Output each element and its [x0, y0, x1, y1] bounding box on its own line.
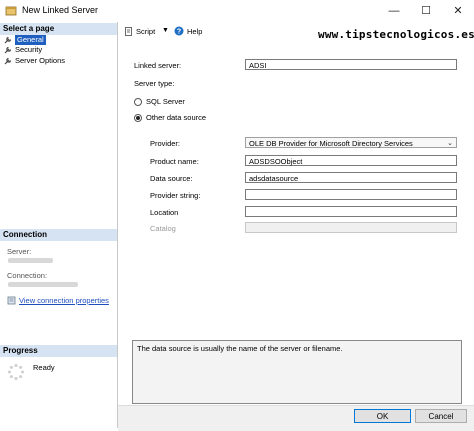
script-button[interactable]: Script	[124, 27, 155, 36]
ok-button[interactable]: OK	[354, 409, 411, 423]
data-source-input[interactable]: adsdatasource	[245, 172, 457, 183]
maximize-button[interactable]: ☐	[410, 0, 442, 22]
view-properties-label: View connection properties	[19, 296, 109, 305]
location-label: Location	[150, 208, 179, 217]
radio-button-selected	[134, 113, 142, 122]
provider-label: Provider:	[150, 139, 181, 148]
radio-sql-label: SQL Server	[146, 97, 185, 106]
close-button[interactable]: ✕	[442, 0, 474, 22]
page-item-server-options[interactable]: Server Options	[4, 56, 65, 66]
description-text: The data source is usually the name of t…	[137, 344, 343, 353]
minimize-icon: —	[388, 5, 400, 17]
chevron-down-icon: ▼	[162, 27, 169, 34]
help-label: Help	[187, 26, 203, 36]
progress-header: Progress	[0, 345, 117, 357]
provider-string-input[interactable]	[245, 189, 457, 200]
provider-value: OLE DB Provider for Microsoft Directory …	[249, 139, 413, 148]
select-page-header: Select a page	[0, 23, 117, 35]
view-connection-properties-link[interactable]: View connection properties	[7, 296, 109, 305]
linked-server-label: Linked server:	[134, 61, 182, 70]
page-item-label: Security	[15, 45, 43, 54]
catalog-input	[245, 222, 457, 233]
location-input[interactable]	[245, 206, 457, 217]
data-source-label: Data source:	[150, 174, 193, 183]
radio-button	[134, 97, 142, 106]
provider-select[interactable]: OLE DB Provider for Microsoft Directory …	[245, 137, 457, 148]
server-type-label: Server type:	[134, 79, 175, 88]
minimize-button[interactable]: —	[378, 0, 410, 22]
page-item-label: General	[15, 35, 46, 45]
script-label: Script	[136, 27, 156, 36]
wrench-icon	[4, 36, 12, 44]
radio-other-label: Other data source	[146, 113, 207, 122]
page-item-security[interactable]: Security	[4, 45, 42, 55]
page-item-general[interactable]: General	[4, 35, 46, 45]
page-item-label: Server Options	[15, 56, 66, 65]
provider-string-label: Provider string:	[150, 191, 201, 200]
connection-header: Connection	[0, 229, 117, 241]
help-icon: ?	[174, 26, 184, 36]
watermark-text: www.tipstecnologicos.es	[318, 28, 474, 41]
wrench-icon	[4, 46, 12, 54]
window-title: New Linked Server	[22, 5, 99, 15]
left-pane: Select a page General Security Server Op…	[0, 22, 118, 428]
server-label: Server:	[7, 247, 32, 256]
app-icon	[5, 6, 17, 16]
linked-server-input[interactable]: ADSI	[245, 59, 457, 70]
description-box: The data source is usually the name of t…	[132, 340, 462, 404]
connection-label: Connection:	[7, 271, 48, 280]
server-value-blurred	[8, 258, 53, 263]
close-icon: ✕	[453, 5, 463, 17]
cancel-button[interactable]: Cancel	[415, 409, 467, 423]
progress-status: Ready	[33, 363, 55, 372]
connection-value-blurred	[8, 282, 78, 287]
catalog-label: Catalog	[150, 224, 176, 233]
wrench-icon	[4, 57, 12, 65]
script-dropdown[interactable]: ▼	[162, 27, 169, 34]
script-icon	[125, 27, 132, 36]
title-bar: New Linked Server — ☐ ✕	[0, 0, 474, 23]
chevron-down-icon: ⌄	[447, 140, 453, 147]
properties-icon	[7, 296, 16, 305]
product-name-input[interactable]: ADSDSOObject	[245, 155, 457, 166]
svg-text:?: ?	[177, 29, 181, 36]
maximize-icon: ☐	[421, 5, 431, 17]
product-name-label: Product name:	[150, 157, 199, 166]
radio-sql-server[interactable]: SQL Server	[134, 97, 185, 106]
radio-other-data-source[interactable]: Other data source	[134, 113, 206, 122]
spinner-icon	[8, 364, 24, 380]
help-button[interactable]: ? Help	[174, 26, 202, 36]
